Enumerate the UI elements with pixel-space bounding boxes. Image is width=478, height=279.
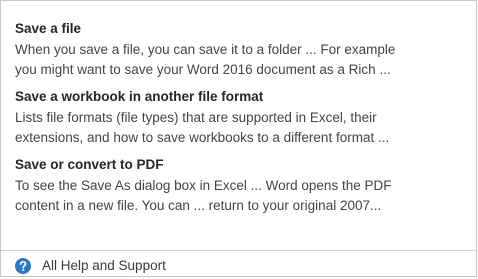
result-snippet: Lists file formats (file types) that are… [15, 108, 470, 147]
result-snippet-line: When you save a file, you can save it to… [15, 42, 396, 57]
result-snippet-line: content in a new file. You can ... retur… [15, 197, 382, 213]
result-snippet-line: you might want to save your Word 2016 do… [15, 61, 391, 77]
search-result-save-workbook-format[interactable]: Save a workbook in another file format L… [15, 88, 470, 147]
search-result-save-a-file[interactable]: Save a file When you save a file, you ca… [15, 20, 470, 79]
search-results-list: Save a file When you save a file, you ca… [15, 20, 470, 224]
all-help-support-label[interactable]: All Help and Support [42, 257, 166, 274]
result-snippet: When you save a file, you can save it to… [15, 40, 470, 79]
help-search-results-panel: Save a file When you save a file, you ca… [0, 0, 477, 277]
result-title[interactable]: Save a file [15, 20, 470, 37]
all-help-support-link[interactable]: All Help and Support [1, 250, 477, 279]
search-result-save-convert-pdf[interactable]: Save or convert to PDF To see the Save A… [15, 156, 470, 215]
result-snippet-line: extensions, and how to save workbooks to… [15, 129, 390, 145]
result-title[interactable]: Save a workbook in another file format [15, 88, 470, 105]
help-question-icon [15, 258, 31, 274]
result-title[interactable]: Save or convert to PDF [15, 156, 470, 173]
result-snippet-line: Lists file formats (file types) that are… [15, 110, 377, 125]
result-snippet: To see the Save As dialog box in Excel .… [15, 176, 470, 215]
result-snippet-line: To see the Save As dialog box in Excel .… [15, 178, 392, 193]
